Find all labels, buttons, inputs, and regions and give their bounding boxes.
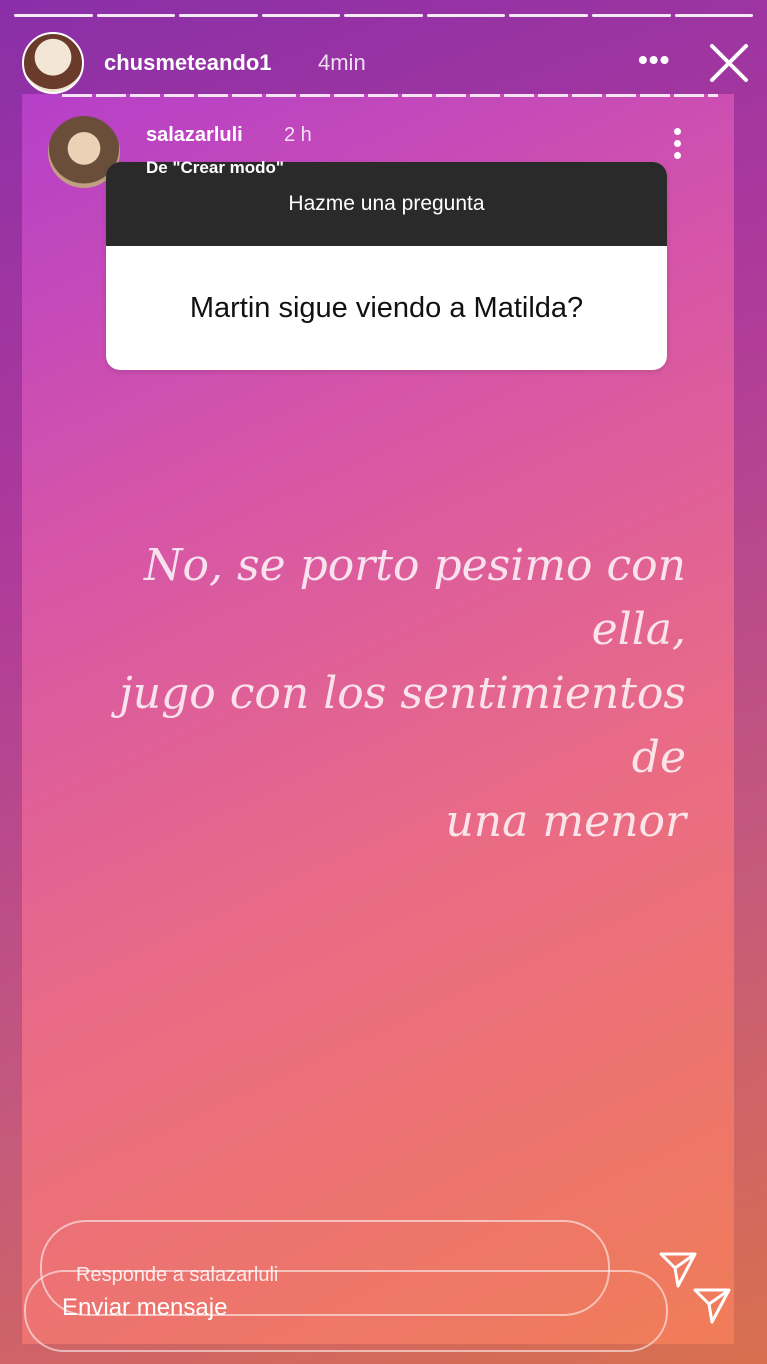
- progress-segment: [14, 14, 93, 17]
- question-sticker: Hazme una pregunta Martin sigue viendo a…: [106, 162, 667, 370]
- answer-line: una menor: [445, 796, 686, 847]
- progress-segment: [674, 14, 754, 17]
- question-source-label: De "Crear modo": [146, 158, 284, 177]
- more-dots-icon[interactable]: •••: [638, 44, 670, 76]
- send-icon[interactable]: [692, 1286, 732, 1326]
- inner-story-timestamp: 2 h: [284, 124, 312, 146]
- story-progress-bar: [14, 14, 754, 18]
- story-user-avatar[interactable]: [22, 32, 84, 94]
- progress-segment: [591, 14, 671, 17]
- progress-segment: [96, 14, 176, 17]
- inner-story-username: salazarluli: [146, 124, 243, 146]
- inner-progress-bar: [62, 94, 718, 97]
- progress-segment: [261, 14, 341, 17]
- send-icon: [659, 1252, 697, 1288]
- progress-segment: [179, 14, 258, 17]
- reshared-story-content: salazarluli 2 h De "Crear modo" Hazme un…: [22, 94, 734, 1344]
- answer-line: jugo con los sentimientos de: [119, 668, 686, 783]
- answer-line: No, se porto pesimo con ella,: [144, 540, 686, 655]
- answer-text: No, se porto pesimo con ella, jugo con l…: [82, 534, 686, 854]
- progress-segment: [426, 14, 506, 17]
- story-username[interactable]: chusmeteando1: [104, 50, 272, 76]
- message-input-placeholder[interactable]: Enviar mensaje: [62, 1294, 227, 1322]
- progress-segment: [344, 14, 423, 17]
- story-timestamp: 4min: [318, 50, 366, 75]
- close-icon[interactable]: [706, 40, 752, 86]
- question-text: Martin sigue viendo a Matilda?: [189, 291, 584, 324]
- inner-more-dots-icon: [674, 128, 682, 168]
- progress-segment: [509, 14, 588, 17]
